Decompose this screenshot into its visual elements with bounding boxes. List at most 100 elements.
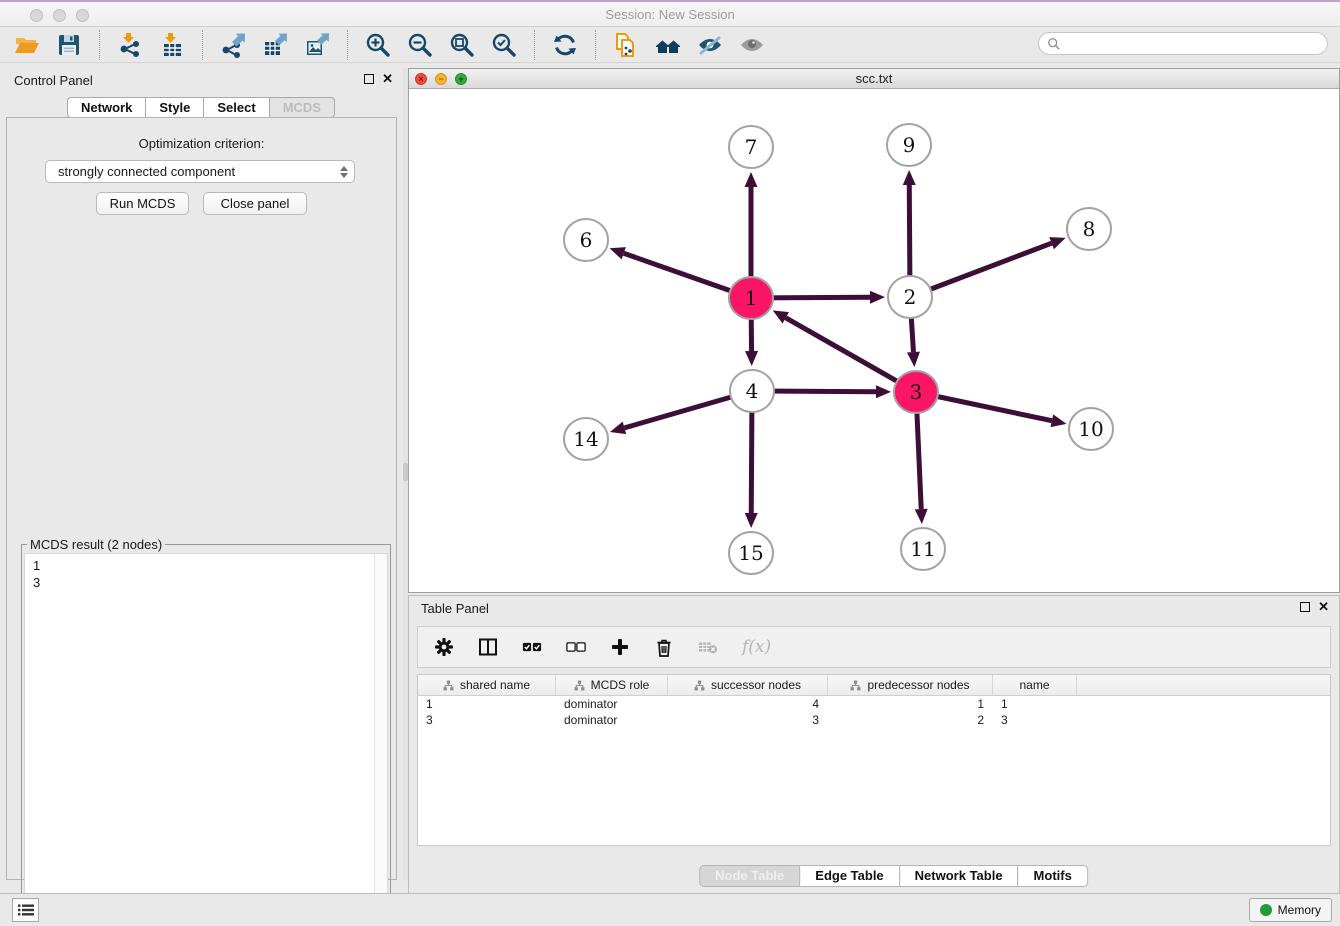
- mcds-result-area[interactable]: 13: [24, 553, 388, 918]
- zoom-selected-icon[interactable]: [489, 30, 519, 60]
- close-panel-button[interactable]: Close panel: [203, 192, 307, 215]
- export-image-icon[interactable]: [302, 30, 332, 60]
- table-cell[interactable]: 4: [668, 696, 828, 712]
- deselect-all-icon[interactable]: [566, 637, 586, 657]
- table-cell[interactable]: dominator: [556, 712, 668, 728]
- task-history-button[interactable]: [12, 898, 39, 922]
- network-canvas[interactable]: 7968124314101511: [409, 89, 1339, 592]
- add-column-icon[interactable]: [610, 637, 630, 657]
- column-header-successor-nodes[interactable]: successor nodes: [668, 675, 828, 695]
- table-header-row: shared nameMCDS rolesuccessor nodesprede…: [418, 675, 1330, 696]
- arrowhead-1-4: [745, 351, 758, 366]
- criterion-value: strongly connected component: [58, 164, 340, 179]
- node-label-8: 8: [1083, 217, 1096, 241]
- function-builder-icon[interactable]: f(x): [742, 637, 771, 657]
- table-cell[interactable]: 3: [418, 712, 556, 728]
- table-cell[interactable]: dominator: [556, 696, 668, 712]
- node-label-4: 4: [746, 379, 759, 403]
- delete-column-icon[interactable]: [654, 637, 674, 657]
- float-panel-icon[interactable]: [364, 74, 374, 84]
- table-cell[interactable]: 1: [418, 696, 556, 712]
- result-scrollbar[interactable]: [374, 554, 387, 917]
- search-field[interactable]: [1061, 35, 1327, 53]
- table-body: 1dominator4113dominator323: [418, 696, 1330, 728]
- refresh-icon[interactable]: [550, 30, 580, 60]
- save-session-icon[interactable]: [54, 30, 84, 60]
- settings-icon[interactable]: [434, 637, 454, 657]
- column-header-shared-name[interactable]: shared name: [418, 675, 556, 695]
- copy-style-icon[interactable]: [611, 30, 641, 60]
- table-cell[interactable]: 1: [828, 696, 993, 712]
- tab-select[interactable]: Select: [203, 97, 269, 118]
- import-network-icon[interactable]: [115, 30, 145, 60]
- open-session-icon[interactable]: [12, 30, 42, 60]
- mcds-panel: Optimization criterion: strongly connect…: [6, 117, 397, 880]
- arrowhead-4-3: [876, 385, 891, 398]
- node-label-11: 11: [910, 537, 935, 561]
- tab-motifs[interactable]: Motifs: [1018, 865, 1088, 887]
- network-window-titlebar[interactable]: × − + scc.txt: [409, 69, 1339, 89]
- zoom-fit-icon[interactable]: [447, 30, 477, 60]
- select-all-icon[interactable]: [522, 637, 542, 657]
- tab-edge-table[interactable]: Edge Table: [799, 865, 899, 887]
- arrowhead-3-11: [915, 509, 928, 524]
- window-zoom-icon[interactable]: [76, 9, 89, 22]
- close-table-panel-icon[interactable]: ✕: [1318, 601, 1329, 613]
- network-minimize-icon[interactable]: −: [435, 73, 447, 85]
- network-close-icon[interactable]: ×: [415, 73, 427, 85]
- node-label-6: 6: [580, 228, 593, 252]
- search-input[interactable]: [1038, 32, 1328, 55]
- run-mcds-button[interactable]: Run MCDS: [96, 192, 189, 215]
- column-layout-icon[interactable]: [478, 637, 498, 657]
- toolbar-separator: [347, 30, 348, 60]
- arrowhead-1-6: [610, 247, 626, 259]
- window-close-icon[interactable]: [30, 9, 43, 22]
- toolbar-separator: [595, 30, 596, 60]
- tab-network[interactable]: Network: [67, 97, 146, 118]
- table-row[interactable]: 1dominator411: [418, 696, 1330, 712]
- arrowhead-4-15: [745, 513, 758, 528]
- show-all-icon[interactable]: [737, 30, 767, 60]
- network-view-window: × − + scc.txt 7968124314101511: [408, 68, 1340, 593]
- window-minimize-icon[interactable]: [53, 9, 66, 22]
- zoom-in-icon[interactable]: [363, 30, 393, 60]
- tab-mcds[interactable]: MCDS: [269, 97, 335, 118]
- node-table[interactable]: shared nameMCDS rolesuccessor nodesprede…: [417, 674, 1331, 846]
- hide-selected-icon[interactable]: [695, 30, 725, 60]
- first-neighbors-icon[interactable]: [653, 30, 683, 60]
- control-panel-tabs: NetworkStyleSelectMCDS: [0, 97, 403, 118]
- table-cell[interactable]: 1: [993, 696, 1077, 712]
- column-header-MCDS-role[interactable]: MCDS role: [556, 675, 668, 695]
- import-table-icon[interactable]: [157, 30, 187, 60]
- toolbar-separator: [202, 30, 203, 60]
- memory-button[interactable]: Memory: [1249, 898, 1332, 922]
- table-cell[interactable]: 3: [993, 712, 1077, 728]
- export-table-icon[interactable]: [260, 30, 290, 60]
- node-label-14: 14: [573, 427, 598, 451]
- float-table-panel-icon[interactable]: [1300, 602, 1310, 612]
- tab-style[interactable]: Style: [145, 97, 204, 118]
- column-header-predecessor-nodes[interactable]: predecessor nodes: [828, 675, 993, 695]
- mcds-result-title: MCDS result (2 nodes): [27, 537, 165, 552]
- arrowhead-1-2: [870, 291, 885, 304]
- column-header-name[interactable]: name: [993, 675, 1077, 695]
- table-row[interactable]: 3dominator323: [418, 712, 1330, 728]
- network-maximize-icon[interactable]: +: [455, 73, 467, 85]
- tab-node-table[interactable]: Node Table: [699, 865, 800, 887]
- table-cell[interactable]: 2: [828, 712, 993, 728]
- delete-table-icon[interactable]: [698, 637, 718, 657]
- control-panel-title: Control Panel: [14, 73, 93, 88]
- close-panel-icon[interactable]: ✕: [382, 73, 393, 85]
- export-network-icon[interactable]: [218, 30, 248, 60]
- arrowhead-2-8: [1049, 237, 1065, 249]
- zoom-out-icon[interactable]: [405, 30, 435, 60]
- toolbar-separator: [99, 30, 100, 60]
- table-cell[interactable]: 3: [668, 712, 828, 728]
- hierarchy-icon: [694, 680, 705, 691]
- tab-network-table[interactable]: Network Table: [899, 865, 1019, 887]
- memory-label: Memory: [1278, 903, 1321, 917]
- node-label-9: 9: [903, 133, 916, 157]
- arrowhead-1-7: [745, 172, 758, 187]
- mcds-result-box: MCDS result (2 nodes) 13: [21, 544, 391, 921]
- criterion-dropdown[interactable]: strongly connected component: [45, 160, 355, 183]
